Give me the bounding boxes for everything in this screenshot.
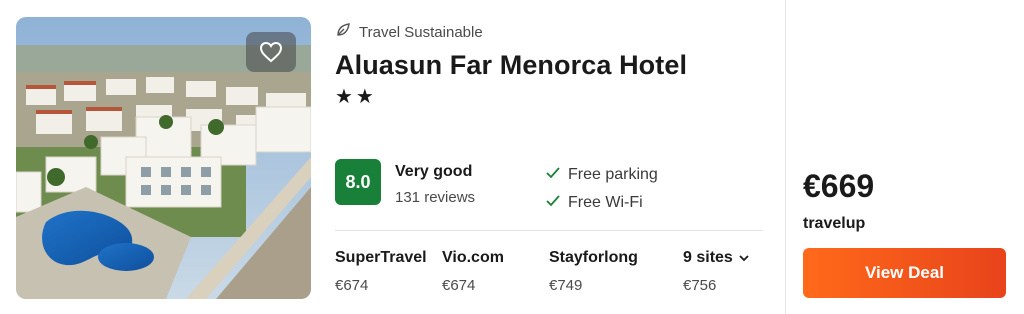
view-deal-button[interactable]: View Deal	[803, 248, 1006, 298]
travel-sustainable-badge: Travel Sustainable	[335, 22, 483, 42]
star-rating: ★★	[335, 86, 377, 108]
hotel-result-card[interactable]: Travel Sustainable Aluasun Far Menorca H…	[0, 0, 1024, 314]
more-sites-price: €756	[683, 277, 717, 294]
leaf-icon	[335, 22, 351, 42]
reviews-count-link[interactable]: 131 reviews	[395, 189, 475, 206]
site-name: SuperTravel	[335, 249, 427, 266]
best-deal-price: €669	[803, 168, 875, 204]
site-price: €674	[335, 277, 369, 294]
checkmark-icon	[546, 194, 560, 212]
checkmark-icon	[546, 166, 560, 184]
amenity-label: Free parking	[568, 166, 658, 183]
rating-label: Very good	[395, 163, 473, 180]
site-name: Stayforlong	[549, 249, 638, 266]
travel-sustainable-label: Travel Sustainable	[359, 23, 483, 41]
site-price: €749	[549, 277, 583, 294]
amenity-free-parking: Free parking	[546, 165, 658, 185]
site-name: Vio.com	[442, 249, 504, 266]
heart-icon	[259, 41, 283, 63]
favorite-button[interactable]	[246, 32, 296, 72]
site-offer-stayforlong[interactable]: Stayforlong €749	[549, 249, 638, 294]
site-price: €674	[442, 277, 476, 294]
chevron-down-icon	[739, 249, 749, 267]
hotel-photo[interactable]	[16, 17, 311, 299]
amenity-free-wifi: Free Wi-Fi	[546, 193, 643, 213]
divider	[335, 230, 763, 231]
amenity-label: Free Wi-Fi	[568, 194, 643, 211]
column-divider	[785, 0, 786, 314]
more-sites-label: 9 sites	[683, 249, 733, 266]
hotel-name[interactable]: Aluasun Far Menorca Hotel	[335, 50, 687, 81]
site-offer-vio[interactable]: Vio.com €674	[442, 249, 504, 294]
more-sites-dropdown[interactable]: 9 sites €756	[683, 249, 749, 294]
review-score-badge: 8.0	[335, 159, 381, 205]
site-offer-supertravel[interactable]: SuperTravel €674	[335, 249, 427, 294]
best-deal-provider: travelup	[803, 215, 866, 232]
